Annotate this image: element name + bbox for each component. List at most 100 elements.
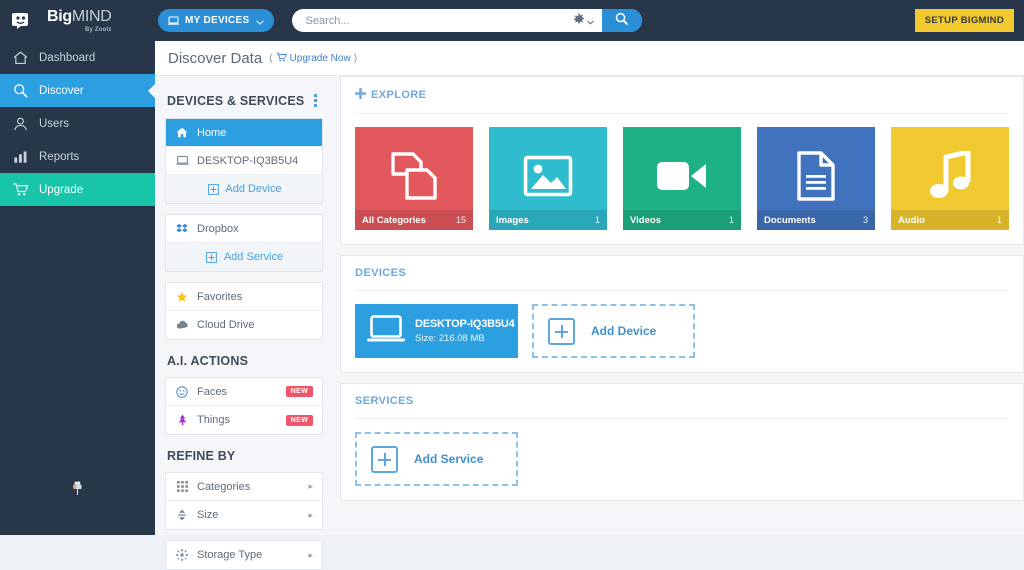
devices-services-title: DEVICES & SERVICES <box>167 93 305 108</box>
chevron-down-icon <box>586 12 594 30</box>
my-devices-dropdown[interactable]: MY DEVICES <box>158 9 274 32</box>
setup-bigmind-button[interactable]: SETUP BIGMIND <box>914 9 1014 32</box>
list-item-desktop-device[interactable]: DESKTOP-IQ3B5U4 <box>166 147 322 175</box>
filters-panel: DEVICES & SERVICES Home DESKTOP-IQ3B5U4 <box>155 76 332 570</box>
services-section-title: SERVICES <box>355 395 414 407</box>
list-item-things[interactable]: Things NEW <box>166 406 322 434</box>
services-card: SERVICES Add Service <box>340 383 1024 501</box>
page-header: Discover Data ( Upgrade Now ) <box>155 41 1024 76</box>
list-item-label: Home <box>197 126 227 139</box>
users-icon <box>12 117 29 131</box>
search-icon <box>12 83 29 98</box>
music-note-icon <box>928 149 972 206</box>
plus-square-icon <box>206 183 220 195</box>
tile-videos[interactable]: Videos 1 <box>623 127 741 230</box>
refine-list-2: Storage Type ▸ <box>165 540 323 570</box>
search-bar[interactable] <box>291 9 642 32</box>
list-item-size[interactable]: Size ▸ <box>166 501 322 529</box>
list-item-label: Size <box>197 509 219 521</box>
search-input[interactable] <box>291 9 573 32</box>
sidebar-item-label: Reports <box>39 150 80 163</box>
add-service-row[interactable]: Add Service <box>166 243 322 271</box>
image-icon <box>523 155 573 202</box>
add-service-label: Add Service <box>414 452 484 466</box>
device-card[interactable]: DESKTOP-IQ3B5U4 Size: 216.08 MB <box>355 304 518 358</box>
chevron-right-icon: ▸ <box>308 549 313 560</box>
tile-audio[interactable]: Audio 1 <box>891 127 1009 230</box>
tile-images[interactable]: Images 1 <box>489 127 607 230</box>
top-bar: BigMIND By Zoolz MY DEVICES Search... SE… <box>0 0 1024 41</box>
main-column: EXPLORE All Categories 15 Images 1 Video… <box>332 76 1024 535</box>
chevron-down-icon <box>255 12 264 30</box>
device-size: Size: 216.08 MB <box>415 333 485 344</box>
gear-icon <box>573 12 585 30</box>
copy-files-icon <box>389 150 439 207</box>
list-item-label: Things <box>197 414 231 426</box>
upgrade-now-link[interactable]: Upgrade Now <box>290 53 351 64</box>
tile-label: Images <box>496 214 529 226</box>
sidebar-item-label: Upgrade <box>39 183 84 196</box>
laptop-icon <box>168 12 179 30</box>
sidebar-item-users[interactable]: Users <box>0 107 155 140</box>
list-item-faces[interactable]: Faces NEW <box>166 378 322 406</box>
explore-header: EXPLORE <box>355 88 1009 114</box>
video-camera-icon <box>656 158 708 199</box>
chevron-right-icon: ▸ <box>308 509 313 520</box>
tile-label: Audio <box>898 214 925 226</box>
list-item-label: DESKTOP-IQ3B5U4 <box>197 154 299 167</box>
tile-count: 1 <box>996 215 1002 225</box>
chart-bar-icon <box>12 150 29 164</box>
tile-label: All Categories <box>362 214 426 226</box>
devices-section-header: DEVICES <box>355 267 1009 291</box>
sidebar-item-discover[interactable]: Discover <box>0 74 155 107</box>
kebab-menu-icon[interactable] <box>310 92 321 109</box>
sidebar-item-reports[interactable]: Reports <box>0 140 155 173</box>
add-device-label: Add Device <box>225 183 282 195</box>
status-badge: NEW <box>285 386 313 397</box>
sidebar-item-label: Dashboard <box>39 51 96 64</box>
devices-services-header: DEVICES & SERVICES <box>165 86 323 118</box>
refine-by-header: REFINE BY <box>165 435 323 472</box>
list-item-home[interactable]: Home <box>166 119 322 147</box>
add-service-button[interactable]: Add Service <box>355 432 518 486</box>
pin-sidebar-button[interactable] <box>0 480 155 502</box>
list-item-cloud-drive[interactable]: Cloud Drive <box>166 311 322 339</box>
tile-footer: All Categories 15 <box>355 210 473 230</box>
plus-square-icon <box>371 445 398 473</box>
devices-list: Home DESKTOP-IQ3B5U4 Add Device <box>165 118 323 204</box>
content-area: Discover Data ( Upgrade Now ) DEVICES & … <box>155 41 1024 570</box>
tile-documents[interactable]: Documents 3 <box>757 127 875 230</box>
list-item-label: Categories <box>197 480 251 493</box>
refine-by-title: REFINE BY <box>167 449 236 463</box>
search-settings-button[interactable] <box>573 9 602 32</box>
add-device-row[interactable]: Add Device <box>166 175 322 203</box>
tile-all-categories[interactable]: All Categories 15 <box>355 127 473 230</box>
add-device-button[interactable]: Add Device <box>532 304 695 358</box>
smiley-face-icon <box>175 385 189 398</box>
search-icon <box>615 12 628 30</box>
page-title: Discover Data <box>168 49 263 67</box>
upgrade-now-wrapper: ( Upgrade Now ) <box>269 52 357 65</box>
list-item-label: Cloud Drive <box>197 319 255 331</box>
add-device-label: Add Device <box>591 324 657 338</box>
search-submit-button[interactable] <box>601 9 642 32</box>
paren-close: ) <box>353 52 358 64</box>
home-icon <box>175 127 189 138</box>
list-item-dropbox[interactable]: Dropbox <box>166 215 322 243</box>
sort-size-icon <box>175 509 189 521</box>
bigmind-logo-icon <box>12 10 42 32</box>
list-item-categories[interactable]: Categories ▸ <box>166 473 322 501</box>
storage-node-icon <box>175 549 189 561</box>
app-logo[interactable]: BigMIND By Zoolz <box>0 0 155 41</box>
cart-icon <box>276 52 287 65</box>
paren-open: ( <box>269 52 273 64</box>
sidebar-item-upgrade[interactable]: Upgrade <box>0 173 155 206</box>
category-tiles: All Categories 15 Images 1 Videos 1 Docu… <box>355 127 1009 230</box>
tile-footer: Images 1 <box>489 210 607 230</box>
list-item-storage-type[interactable]: Storage Type ▸ <box>166 541 322 569</box>
sidebar-item-dashboard[interactable]: Dashboard <box>0 41 155 74</box>
devices-row: DESKTOP-IQ3B5U4 Size: 216.08 MB Add Devi… <box>355 304 1009 358</box>
plus-square-icon <box>205 251 219 263</box>
list-item-favorites[interactable]: Favorites <box>166 283 322 311</box>
cart-icon <box>12 182 29 197</box>
